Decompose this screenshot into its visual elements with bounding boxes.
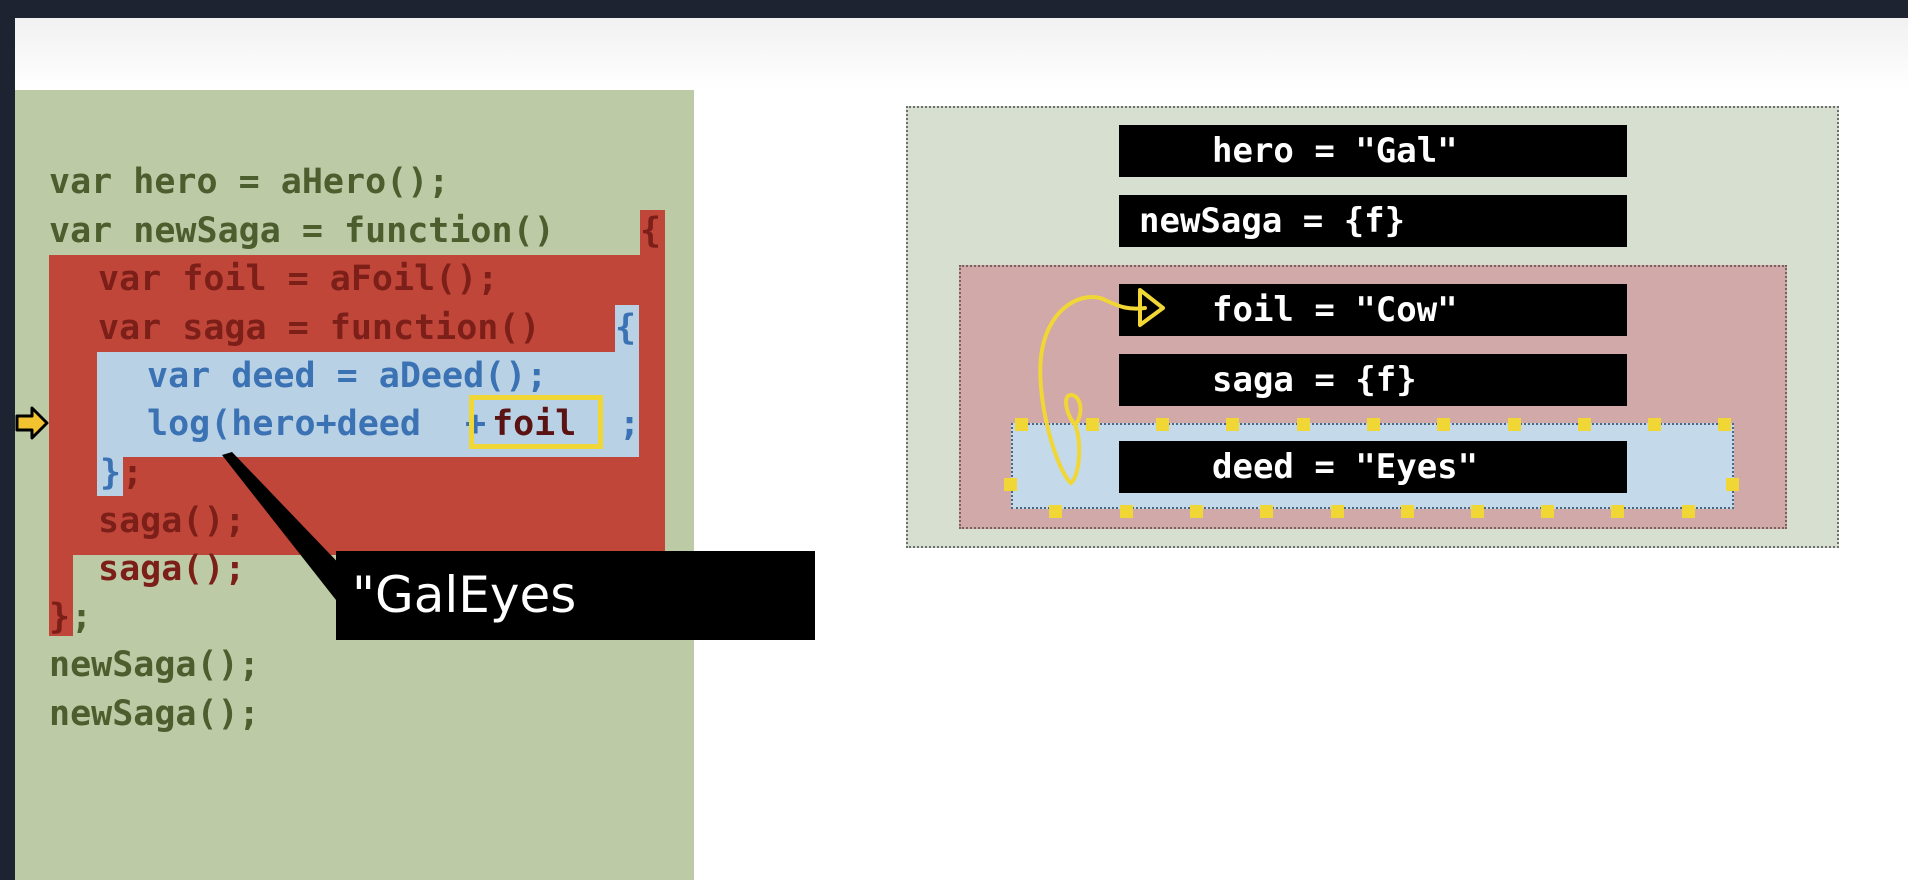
scope-var-hero: hero = "Gal" — [1119, 125, 1627, 177]
scope-var-hero-label: hero = "Gal" — [1212, 131, 1458, 171]
scope-var-foil: foil = "Cow" — [1119, 284, 1627, 336]
scope-var-newsaga-label: newSaga = {f} — [1139, 201, 1406, 241]
scope-var-saga-label: saga = {f} — [1212, 360, 1417, 400]
scope-var-newsaga: newSaga = {f} — [1119, 195, 1627, 247]
scope-var-deed: deed = "Eyes" — [1119, 441, 1627, 493]
scope-var-foil-label: foil = "Cow" — [1212, 290, 1458, 330]
output-callout-text: "GalEyes — [352, 566, 577, 624]
scope-var-saga: saga = {f} — [1119, 354, 1627, 406]
scope-var-deed-label: deed = "Eyes" — [1212, 447, 1479, 487]
